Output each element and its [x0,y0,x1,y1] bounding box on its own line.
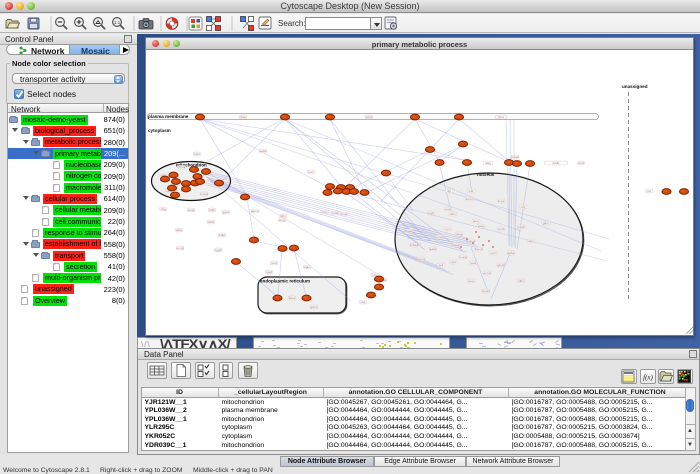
svg-text:crcr: crcr [647,189,652,193]
svg-text:erog: erog [279,218,285,222]
svg-text:absr: absr [528,239,534,243]
svg-text:agle: agle [304,265,310,269]
svg-text:nbol: nbol [194,152,200,156]
svg-text:cmle: cmle [341,212,348,216]
svg-text:plasma membrane: plasma membrane [148,114,189,119]
svg-text:ncnb: ncnb [498,227,505,231]
svg-text:ncso: ncso [468,279,475,283]
svg-text:sbrs: sbrs [498,115,504,119]
svg-text:aabd: aabd [260,149,267,153]
svg-text:nmcl: nmcl [578,161,585,165]
svg-text:lomn: lomn [466,197,473,201]
svg-text:1:1: 1:1 [114,20,121,25]
svg-text:bddd: bddd [553,161,560,165]
svg-text:gbnd: gbnd [498,263,505,267]
svg-text:bgao: bgao [406,229,413,233]
svg-text:ndod: ndod [518,225,525,229]
svg-text:asmn: asmn [251,209,259,213]
svg-text:emrg: emrg [177,246,184,250]
svg-text:bsmb: bsmb [475,247,483,251]
svg-text:rgmn: rgmn [418,257,425,261]
svg-text:unassigned: unassigned [622,84,648,89]
svg-text:gdrm: gdrm [311,305,318,309]
svg-text:rbas: rbas [240,115,246,119]
svg-text:mnce: mnce [459,255,467,259]
svg-text:adba: adba [508,251,515,255]
svg-text:enar: enar [445,207,451,211]
svg-text:f(x): f(x) [643,374,653,382]
svg-text:odsb: odsb [208,220,215,224]
svg-text:cytoplasm: cytoplasm [148,128,171,133]
svg-text:adob: adob [430,247,437,251]
svg-text:arde: arde [176,228,182,232]
svg-text:lobl: lobl [469,189,474,193]
svg-text:omdm: omdm [482,289,491,293]
svg-text:rbor: rbor [322,210,327,214]
svg-text:rrrb: rrrb [521,205,526,209]
svg-text:nold: nold [450,260,456,264]
svg-text:rern: rern [445,227,451,231]
svg-text:dnoa: dnoa [179,165,186,169]
svg-text:rlgl: rlgl [447,189,451,193]
svg-text:bdbl: bdbl [219,233,225,237]
svg-text:resr: resr [308,170,313,174]
svg-text:gdcn: gdcn [543,221,550,225]
svg-text:ergb: ergb [428,211,434,215]
svg-text:ldbb: ldbb [518,279,524,283]
svg-text:rsnd: rsnd [271,261,277,265]
svg-text:lmsa: lmsa [498,199,505,203]
svg-text:bged: bged [453,243,460,247]
svg-text:cnsd: cnsd [332,211,339,215]
svg-text:mbdd: mbdd [410,243,418,247]
svg-text:alsg: alsg [485,161,491,165]
svg-text:cnna: cnna [436,235,443,239]
svg-text:ogma: ogma [467,239,475,243]
svg-text:selr: selr [439,263,444,267]
svg-text:sbrn: sbrn [450,212,456,216]
svg-text:cslg: cslg [160,207,166,211]
svg-text:rgad: rgad [266,270,272,274]
svg-text:odcg: odcg [456,232,463,236]
svg-text:nccr: nccr [490,251,496,255]
svg-text:ggoe: ggoe [223,210,230,214]
svg-text:nucleus: nucleus [477,172,495,177]
svg-text:bdos: bdos [289,296,296,300]
svg-text:endoplasmic reticulum: endoplasmic reticulum [260,279,310,284]
svg-text:asse: asse [478,224,485,228]
svg-text:bblb: bblb [209,208,215,212]
svg-text:olol: olol [361,300,366,304]
svg-text:cggd: cggd [215,248,222,252]
svg-text:eddc: eddc [366,115,373,119]
svg-text:ecdg: ecdg [188,208,195,212]
svg-text:ermd: ermd [484,271,491,275]
svg-text:moea: moea [200,192,208,196]
svg-text:mbab: mbab [511,155,519,159]
svg-text:elcm: elcm [473,219,480,223]
svg-text:nssd: nssd [470,261,477,265]
